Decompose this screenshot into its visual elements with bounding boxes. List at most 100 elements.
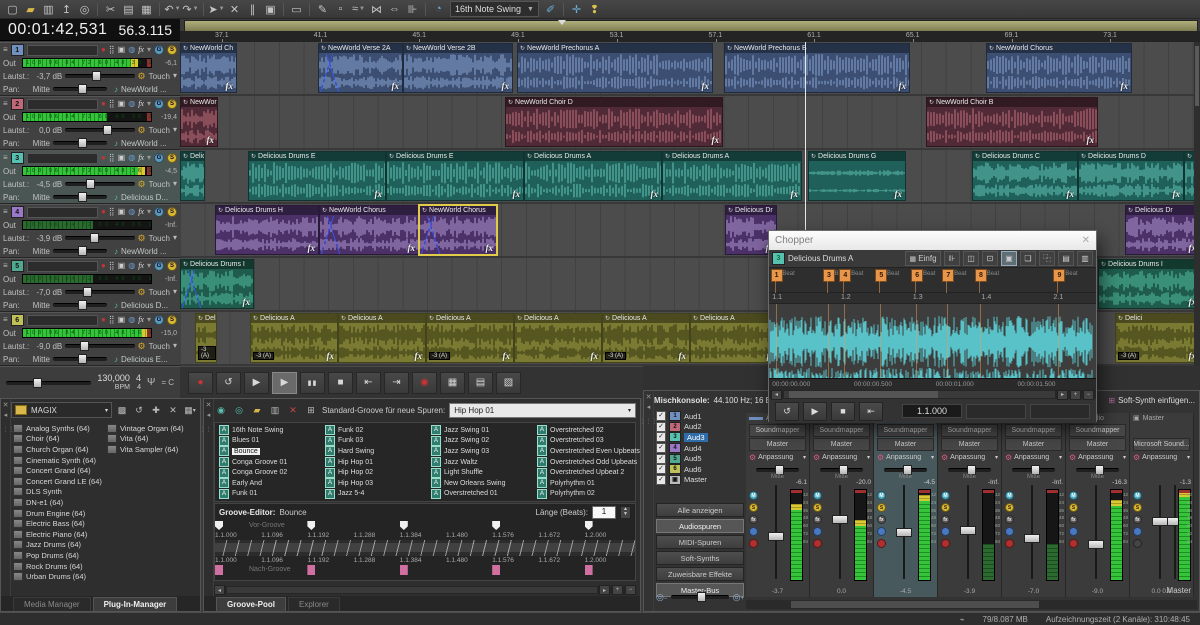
- copy-icon[interactable]: ▤: [120, 1, 137, 17]
- fader-track[interactable]: [1095, 485, 1097, 579]
- automation-mode-select[interactable]: ⚙Anpassung▾: [1069, 452, 1126, 463]
- audio-clip[interactable]: ↻Delicious Drums Hfx: [215, 205, 319, 255]
- new-document-icon[interactable]: ▢: [4, 1, 21, 17]
- record-arm-button[interactable]: ●: [101, 153, 106, 163]
- instrument-name[interactable]: Delicious D...: [121, 193, 168, 202]
- chopper-insert-button[interactable]: ▦ Einfg: [905, 251, 941, 266]
- groove-list-item[interactable]: AOverstretched Odd Upbeats: [537, 457, 640, 468]
- fx-badge[interactable]: fx: [226, 81, 234, 91]
- zoom-out-icon[interactable]: −: [1083, 390, 1094, 400]
- strip-fx-icon[interactable]: fx: [749, 515, 758, 524]
- chevron-down-icon[interactable]: ▾: [147, 315, 151, 325]
- fx-badge[interactable]: fx: [375, 189, 383, 199]
- plugin-list-item[interactable]: Concert Grand LE (64): [13, 476, 105, 487]
- mixer-scrollbar[interactable]: [746, 600, 1197, 609]
- audio-clip[interactable]: ↻Delicious Drums Efx: [248, 151, 386, 201]
- collapse-icon[interactable]: ◂: [647, 403, 651, 411]
- paste-icon[interactable]: ▦: [138, 1, 155, 17]
- audio-clip[interactable]: ↻Delicious Afx: [338, 313, 426, 363]
- track-header-4[interactable]: ≡4●⣿▣◍fx▾GSOut108 96 84 72 60 48 36 24 1…: [0, 204, 180, 258]
- scroll-left-icon[interactable]: ◂: [771, 390, 782, 400]
- plugin-list-item[interactable]: Electric Bass (64): [13, 518, 105, 529]
- groove-list-item[interactable]: ABounce: [219, 446, 287, 457]
- beat-marker[interactable]: 9: [1053, 269, 1065, 282]
- track-header-5[interactable]: ≡5●⣿▣◍fx▾GSOut108 96 84 72 60 48 36 24 1…: [0, 258, 180, 312]
- track-move-icon[interactable]: ≡: [3, 99, 8, 109]
- fx-badge[interactable]: fx: [392, 81, 400, 91]
- stop-icon[interactable]: ▣: [118, 153, 126, 163]
- groove-list-item[interactable]: AFunk 01: [219, 489, 287, 500]
- output-device-button[interactable]: Soundmapper: [877, 424, 934, 437]
- strip-solo-icon[interactable]: S: [1069, 503, 1078, 512]
- output-device-button[interactable]: Soundmapper: [1005, 424, 1062, 437]
- chevron-down-icon[interactable]: ▾: [147, 153, 151, 163]
- fader-track[interactable]: [903, 485, 905, 579]
- track-move-icon[interactable]: ≡: [3, 45, 8, 55]
- fx-badge[interactable]: fx: [679, 351, 687, 361]
- plugin-list-item[interactable]: DN-e1 (64): [13, 497, 105, 508]
- freeze-icon[interactable]: ◍: [128, 45, 135, 55]
- strip-solo-icon[interactable]: S: [1005, 503, 1014, 512]
- volume-slider[interactable]: [65, 344, 134, 348]
- fader-handle[interactable]: [1088, 540, 1104, 549]
- solo-button[interactable]: S: [167, 261, 177, 271]
- chopper-play-button[interactable]: ▶: [803, 402, 827, 421]
- tempo-slider-handle[interactable]: [33, 378, 42, 388]
- pause-button[interactable]: ▮▮: [300, 372, 325, 394]
- scroll-left-icon[interactable]: ◂: [214, 585, 225, 595]
- freeze-icon[interactable]: ◍: [128, 99, 135, 109]
- groove-preview-icon[interactable]: ◉: [214, 403, 228, 417]
- panel-grip[interactable]: ✕◂⋮⋮⋮: [204, 399, 214, 611]
- fx-badge[interactable]: fx: [895, 189, 903, 199]
- strip-sound-icon[interactable]: M: [749, 491, 758, 500]
- automation-gear-icon[interactable]: ⚙: [138, 341, 146, 352]
- track-header-6[interactable]: ≡6●⣿▣◍fx▾GSOut108 96 84 72 60 48 36 24 1…: [0, 312, 180, 366]
- output-device-button[interactable]: Soundmapper: [749, 424, 806, 437]
- volume-slider[interactable]: [65, 182, 134, 186]
- audio-clip[interactable]: ↻Delicifx-3 (A): [1115, 313, 1200, 363]
- fx-badge[interactable]: fx: [702, 81, 710, 91]
- chopper-paste-icon[interactable]: ⿻: [1039, 251, 1055, 266]
- strip-solo-icon[interactable]: S: [813, 503, 822, 512]
- strip-lock-icon[interactable]: ●: [1133, 539, 1142, 548]
- mixer-track-row-aud2[interactable]: ✓2Aud2: [656, 422, 742, 433]
- instrument-name[interactable]: Delicious D...: [121, 301, 168, 310]
- track-move-icon[interactable]: ≡: [3, 261, 8, 271]
- video-button[interactable]: ▦: [440, 372, 465, 394]
- plugin-list-item[interactable]: Urban Drums (64): [13, 571, 105, 582]
- automation-gear-icon[interactable]: ⚙: [138, 179, 146, 190]
- groove-list-item[interactable]: AOverstretched 01: [431, 489, 505, 500]
- jump-end-button[interactable]: ⇥: [384, 372, 409, 394]
- freeze-icon[interactable]: ◍: [128, 315, 135, 325]
- solo-button[interactable]: S: [167, 99, 177, 109]
- stretch-icon[interactable]: ⇔: [386, 1, 403, 17]
- strip-solo-icon[interactable]: S: [877, 503, 886, 512]
- audio-clip[interactable]: ↻NewWorld Verse 2Afx: [318, 43, 403, 93]
- automation-mode-select[interactable]: ⚙Anpassung▾: [941, 452, 998, 463]
- mixer-track-row-aud3[interactable]: ✓3Aud3: [656, 432, 742, 443]
- automation-gear-icon[interactable]: ⚙: [138, 233, 146, 244]
- fx-badge[interactable]: fx: [207, 135, 215, 145]
- volume-slider-handle[interactable]: [83, 287, 92, 297]
- bus-routing-button[interactable]: Master: [877, 438, 934, 451]
- strip-record-icon[interactable]: ●: [1005, 539, 1014, 548]
- group-button[interactable]: G: [154, 315, 164, 325]
- plugin-list-item[interactable]: Choir (64): [13, 434, 105, 445]
- delete-object-icon[interactable]: ✕: [226, 1, 243, 17]
- default-groove-select[interactable]: Hip Hop 01▾: [449, 403, 636, 418]
- vor-groove-lane[interactable]: Vor-Groove: [215, 521, 635, 531]
- preview-icon[interactable]: ◎: [76, 1, 93, 17]
- monitor-icon[interactable]: ⣿: [109, 99, 115, 109]
- solo-button[interactable]: S: [167, 315, 177, 325]
- freeze-icon[interactable]: ◍: [128, 207, 135, 217]
- close-icon[interactable]: ✕: [3, 401, 9, 409]
- range-play-button[interactable]: ▶: [244, 372, 269, 394]
- plugin-list-item[interactable]: Rock Drums (64): [13, 561, 105, 572]
- chopper-close-icon[interactable]: ✕: [1082, 235, 1090, 246]
- audio-clip[interactable]: ↻Delicious Drums Gfx: [808, 151, 906, 201]
- chopper-loop-button[interactable]: ↺: [775, 402, 799, 421]
- fader-handle[interactable]: [896, 528, 912, 537]
- audio-clip[interactable]: ↻Deli-3 (A): [195, 313, 217, 363]
- chopper-waveform[interactable]: [769, 304, 1096, 378]
- audio-clip[interactable]: ↻Delicious Drums Dfx: [1078, 151, 1184, 201]
